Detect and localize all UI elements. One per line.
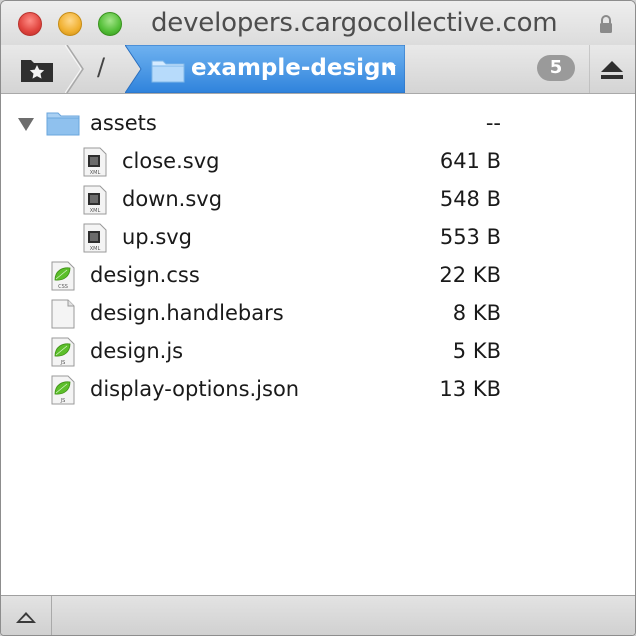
list-item-close-svg[interactable]: XML close.svg 641 B <box>1 142 635 180</box>
file-type-label: JS <box>60 398 66 404</box>
breadcrumb-root[interactable]: / <box>97 53 105 81</box>
file-name: close.svg <box>122 149 220 173</box>
file-size: 22 KB <box>439 263 501 287</box>
disclosure-triangle-icon[interactable] <box>17 116 35 132</box>
list-item-design-handlebars[interactable]: design.handlebars 8 KB <box>1 294 635 332</box>
svg-file-icon: XML <box>83 223 107 253</box>
folder-icon <box>151 60 185 83</box>
list-item-display-options-json[interactable]: JS display-options.json 13 KB <box>1 370 635 408</box>
toolbar: / example-design 5 <box>1 45 635 94</box>
file-size: 5 KB <box>452 339 501 363</box>
leaf-file-icon: CSS <box>51 261 75 291</box>
file-size: 553 B <box>439 225 501 249</box>
file-name: design.js <box>90 339 184 363</box>
file-name: design.css <box>90 263 200 287</box>
zoom-window-button[interactable] <box>98 12 122 36</box>
leaf-file-icon: JS <box>51 337 75 367</box>
svg-file-icon: XML <box>83 185 107 215</box>
chevron-down-icon[interactable] <box>385 63 397 73</box>
file-name: down.svg <box>122 187 223 211</box>
file-type-label: CSS <box>58 284 68 290</box>
folder-icon <box>46 112 80 136</box>
file-type-label: JS <box>60 360 66 366</box>
count-badge: 5 <box>537 55 575 81</box>
file-size: 8 KB <box>452 301 501 325</box>
svg-file-icon: XML <box>83 147 107 177</box>
file-size: 548 B <box>439 187 501 211</box>
list-item-down-svg[interactable]: XML down.svg 548 B <box>1 180 635 218</box>
browser-window: developers.cargocollective.com / example… <box>0 0 636 636</box>
chevron-up-icon <box>16 612 36 623</box>
favorites-folder-icon[interactable] <box>15 51 59 87</box>
file-list: assets -- XML close.svg 641 B XML down.s… <box>1 94 635 594</box>
leaf-file-icon: JS <box>51 375 75 405</box>
window-title: developers.cargocollective.com <box>151 8 558 38</box>
minimize-window-button[interactable] <box>58 12 82 36</box>
file-type-label: XML <box>90 208 101 214</box>
bottom-bar <box>1 595 635 635</box>
eject-button[interactable] <box>589 45 635 93</box>
file-type-label: XML <box>90 170 101 176</box>
breadcrumb-separator <box>65 45 84 93</box>
file-size: 13 KB <box>439 377 501 401</box>
breadcrumb-current-label[interactable]: example-design <box>191 55 397 81</box>
file-type-label: XML <box>90 246 101 252</box>
list-item-design-js[interactable]: JS design.js 5 KB <box>1 332 635 370</box>
file-name: up.svg <box>122 225 193 249</box>
eject-icon <box>589 45 623 93</box>
list-item-design-css[interactable]: CSS design.css 22 KB <box>1 256 635 294</box>
lock-icon <box>600 15 612 33</box>
file-name: display-options.json <box>90 377 300 401</box>
title-bar: developers.cargocollective.com <box>1 1 635 45</box>
file-name: design.handlebars <box>90 301 284 325</box>
file-size: -- <box>485 111 501 135</box>
blank-file-icon <box>51 299 75 329</box>
list-item-up-svg[interactable]: XML up.svg 553 B <box>1 218 635 256</box>
file-name: assets <box>90 111 157 135</box>
file-size: 641 B <box>439 149 501 173</box>
parent-folder-button[interactable] <box>1 596 52 635</box>
list-item-assets[interactable]: assets -- <box>1 104 635 142</box>
close-window-button[interactable] <box>18 12 42 36</box>
